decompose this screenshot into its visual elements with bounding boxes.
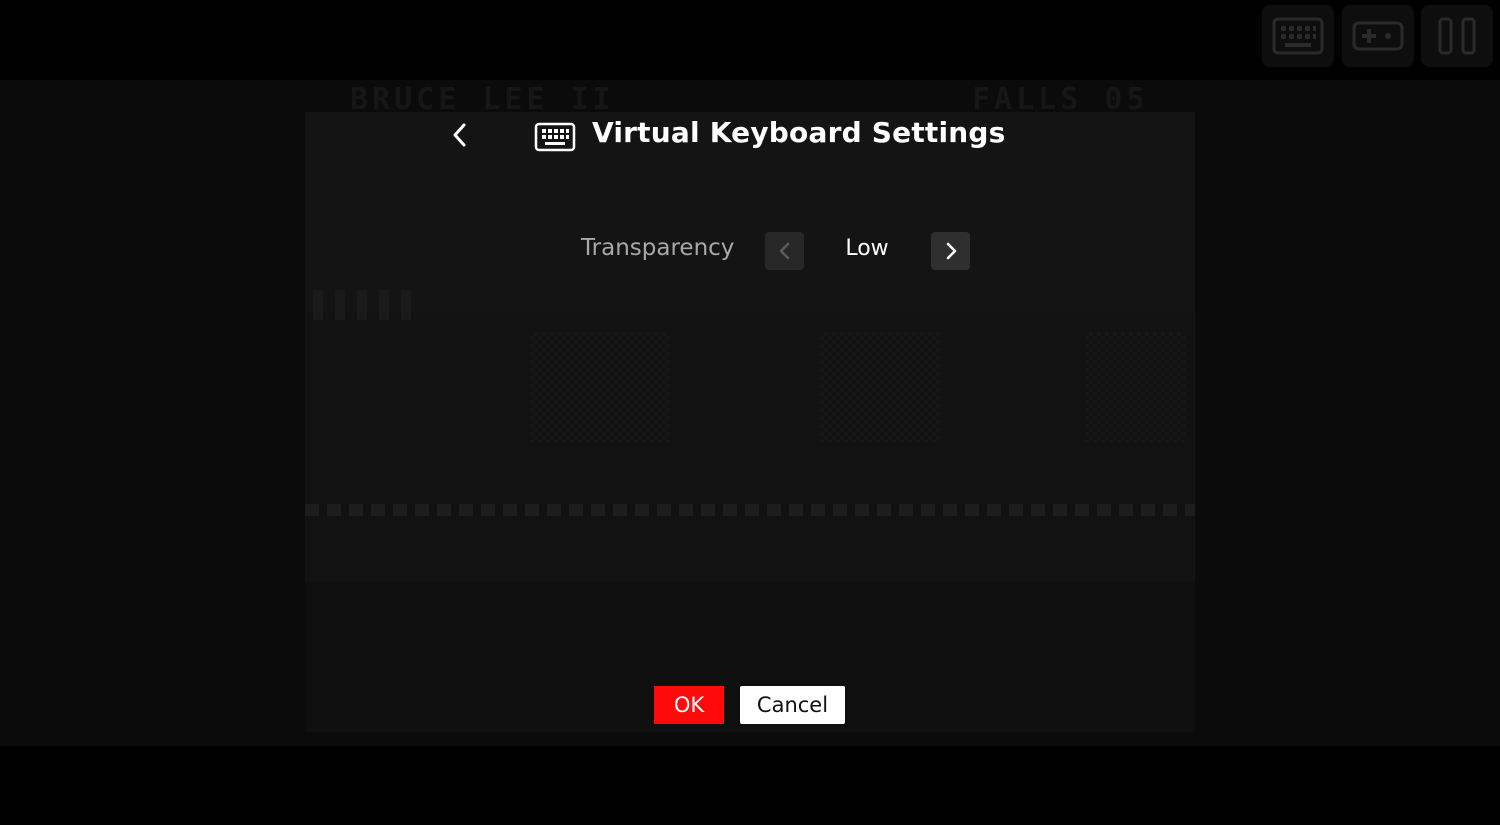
- chevron-right-icon: [946, 242, 956, 260]
- game-tree: [1085, 332, 1185, 442]
- game-tree: [820, 332, 940, 442]
- pause-icon: [1438, 17, 1476, 55]
- chevron-left-icon: [779, 242, 789, 260]
- keyboard-icon: [1272, 17, 1324, 55]
- keyboard-icon: [534, 122, 576, 152]
- ok-button[interactable]: OK: [654, 686, 724, 724]
- game-screen-background: [305, 112, 1195, 732]
- gamepad-icon: [1352, 21, 1404, 51]
- gamepad-button[interactable]: [1342, 5, 1414, 67]
- transparency-prev-button[interactable]: [765, 232, 804, 270]
- dialog-title: Virtual Keyboard Settings: [592, 116, 1006, 149]
- game-pillar: [401, 290, 411, 320]
- setting-value: Low: [845, 236, 889, 261]
- game-pillar: [313, 290, 323, 320]
- game-ground-strip: [305, 504, 1195, 516]
- dialog-header: Virtual Keyboard Settings: [440, 110, 1060, 162]
- virtual-keyboard-button[interactable]: [1262, 5, 1334, 67]
- emulator-screen: BRUCE LEE II FALLS 05 Virtual Keyboard S…: [0, 0, 1500, 825]
- game-pillar: [379, 290, 389, 320]
- transparency-next-button[interactable]: [931, 232, 970, 270]
- game-tree: [530, 332, 670, 442]
- cancel-button[interactable]: Cancel: [740, 686, 845, 724]
- pause-button[interactable]: [1421, 5, 1493, 67]
- game-pillar: [357, 290, 367, 320]
- chevron-left-icon: [453, 123, 466, 147]
- setting-label: Transparency: [581, 235, 735, 261]
- game-pillar: [335, 290, 345, 320]
- back-button[interactable]: [448, 120, 472, 150]
- setting-row-transparency: Transparency Low: [560, 230, 980, 272]
